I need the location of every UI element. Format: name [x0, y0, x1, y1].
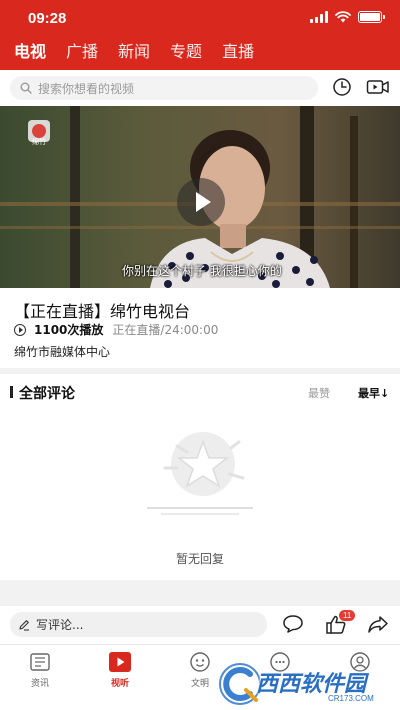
cellular-signal-icon	[310, 11, 328, 23]
tab-live[interactable]: 直播	[222, 40, 254, 68]
tab-news[interactable]: 新闻	[118, 40, 150, 68]
tab-topics[interactable]: 专题	[170, 40, 202, 68]
tab-radio[interactable]: 广播	[66, 40, 98, 68]
play-tv-icon	[109, 652, 131, 672]
sort-most-liked[interactable]: 最赞	[308, 385, 330, 401]
program-info: 【正在直播】绵竹电视台 1100次播放 正在直播/24:00:00 绵竹市融媒体…	[0, 288, 400, 368]
empty-comments-text: 暂无回复	[175, 552, 224, 566]
status-bar: 09:28	[0, 0, 400, 38]
pen-icon	[19, 619, 29, 631]
search-placeholder: 搜索你想看的视频	[38, 81, 135, 96]
write-comment-placeholder: 写评论...	[36, 618, 84, 632]
share-arrow-icon[interactable]	[367, 614, 389, 634]
sort-earliest-label: 最早	[358, 387, 380, 400]
tabbar-item-media[interactable]: 视听	[90, 651, 150, 689]
play-button[interactable]	[177, 178, 225, 226]
write-comment-input[interactable]: 写评论...	[10, 612, 267, 637]
history-clock-icon[interactable]	[332, 77, 352, 97]
video-subtitle: 你别在这个村子 我很担心你的	[122, 264, 282, 278]
video-camera-icon[interactable]	[366, 77, 390, 97]
comments-heading: 全部评论	[19, 386, 75, 402]
sort-arrow-icon: ↓	[380, 387, 390, 400]
wifi-icon	[335, 11, 351, 23]
play-stats: 1100次播放 正在直播/24:00:00	[14, 321, 218, 338]
play-count: 1100次播放	[34, 323, 104, 337]
watermark-domain: CR173.COM	[328, 694, 374, 703]
tabbar-label-media: 视听	[110, 679, 129, 689]
news-icon	[30, 653, 50, 671]
channel-nav-tabs: 电视 广播 新闻 专题 直播	[0, 40, 400, 68]
search-input[interactable]: 搜索你想看的视频	[10, 76, 318, 100]
tab-tv[interactable]: 电视	[14, 40, 46, 68]
system-icons	[310, 11, 385, 23]
empty-comments-illustration	[147, 432, 253, 515]
section-marker	[10, 386, 13, 398]
comment-bubble-icon[interactable]	[282, 614, 304, 634]
like-count-badge: 11	[339, 610, 356, 621]
publisher-name[interactable]: 绵竹市融媒体中心	[14, 343, 110, 360]
watermark-logo: 西西软件园 CR173.COM	[216, 660, 400, 708]
battery-icon	[358, 11, 385, 23]
tabbar-item-news[interactable]: 资讯	[10, 651, 70, 689]
status-time: 09:28	[28, 10, 67, 27]
search-row: 搜索你想看的视频	[0, 70, 400, 106]
search-icon	[20, 82, 32, 94]
tabbar-label-news: 资讯	[30, 679, 49, 689]
civilization-icon	[190, 652, 210, 672]
play-count-icon	[14, 323, 26, 336]
video-player[interactable]: 绵竹	[0, 106, 400, 288]
program-title: 【正在直播】绵竹电视台	[14, 302, 191, 321]
channel-logo-text: 绵竹	[32, 138, 46, 146]
comments-section: 全部评论 最赞 最早↓ 暂无回复	[0, 374, 400, 580]
sort-earliest[interactable]: 最早↓	[358, 385, 389, 401]
live-duration: 正在直播/24:00:00	[112, 323, 219, 337]
